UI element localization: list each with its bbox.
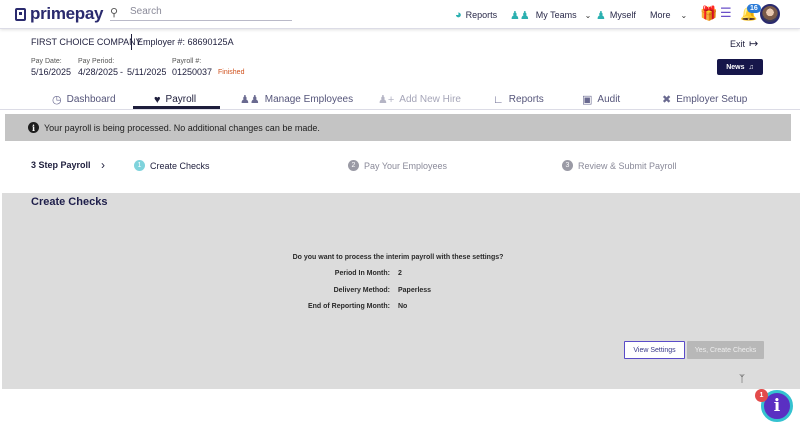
chevron-right-icon: › (101, 158, 105, 172)
notification-badge: 16 (747, 4, 761, 13)
briefcase-icon: ▣ (582, 94, 593, 106)
status-badge: Finished (218, 69, 245, 76)
tools-icon: ✖ (662, 94, 672, 106)
view-settings-button[interactable]: View Settings (624, 341, 685, 359)
avatar[interactable] (760, 4, 780, 24)
divider (131, 34, 132, 50)
confirm-question: Do you want to process the interim payro… (292, 254, 504, 261)
nav-my-teams[interactable]: ♟♟ My Teams ⌄ (510, 8, 591, 22)
step-pay-employees[interactable]: 2 Pay Your Employees (348, 160, 447, 171)
pay-period-end: 5/11/2025 (127, 67, 167, 77)
pay-date-value: 5/16/2025 (31, 67, 72, 77)
active-tab-indicator (133, 106, 220, 109)
step-label: Review & Submit Payroll (578, 160, 677, 171)
tab-label: Employer Setup (676, 94, 748, 105)
top-bar: primepay ⚲ ◕ Reports ♟♟ My Teams ⌄ ♟ Mys… (0, 0, 800, 29)
exit-icon: ↦ (749, 38, 759, 50)
panel-title: Create Checks (31, 196, 108, 208)
info-icon: i (28, 122, 39, 133)
branch-icon[interactable]: ᛉ (739, 374, 745, 385)
step-review-submit[interactable]: 3 Review & Submit Payroll (562, 160, 677, 171)
exit-button[interactable]: Exit ↦ (730, 37, 758, 50)
people-icon: ♟♟ (240, 94, 260, 106)
tab-reports[interactable]: ∟ Reports (493, 90, 544, 109)
team-icon: ♟♟ (510, 9, 530, 22)
bell-icon: ♫ (748, 63, 754, 71)
gift-icon[interactable]: 🎁 (700, 5, 717, 22)
step-label: Create Checks (150, 160, 210, 171)
nav-reports-label: Reports (465, 10, 498, 20)
pay-period-label: Pay Period: (78, 58, 115, 65)
nav-myself[interactable]: ♟ Myself (596, 8, 636, 22)
news-label: News (726, 63, 745, 71)
tab-label: Add New Hire (399, 94, 461, 105)
setting-value: 2 (398, 270, 402, 277)
logo-mark-icon (15, 7, 26, 21)
pay-period-separator: - (120, 67, 123, 77)
dashboard-icon: ◷ (52, 94, 62, 106)
primepay-logo[interactable]: primepay (15, 4, 103, 24)
step-number: 3 (562, 160, 573, 171)
list-icon[interactable]: ☰ (720, 5, 732, 21)
payroll-bag-icon: ♥ (154, 93, 161, 106)
nav-my-teams-label: My Teams (535, 10, 577, 20)
exit-label: Exit (730, 38, 746, 49)
setting-value: Paperless (398, 287, 432, 294)
tab-dashboard[interactable]: ◷ Dashboard (52, 90, 116, 109)
tab-employer-setup[interactable]: ✖ Employer Setup (662, 90, 747, 109)
step-number: 1 (134, 160, 145, 171)
chevron-down-icon: ⌄ (680, 10, 688, 20)
nav-more-label: More (650, 10, 671, 20)
chevron-down-icon: ⌄ (584, 10, 592, 20)
setting-label: Period In Month: (334, 270, 390, 277)
payroll-number-label: Payroll #: (172, 58, 202, 65)
chart-icon: ∟ (493, 93, 504, 106)
search-box: ⚲ (110, 4, 292, 21)
search-icon: ⚲ (110, 7, 119, 19)
person-icon: ♟ (596, 9, 606, 22)
step-label: Pay Your Employees (364, 160, 448, 171)
steps-title: 3 Step Payroll (31, 160, 91, 170)
tab-manage-employees[interactable]: ♟♟ Manage Employees (240, 90, 353, 109)
tab-label: Manage Employees (264, 94, 354, 105)
alert-text: Your payroll is being processed. No addi… (44, 122, 320, 133)
payroll-number-value: 01250037 (172, 67, 213, 77)
tab-label: Dashboard (66, 94, 116, 105)
nav-reports[interactable]: ◕ Reports (455, 8, 497, 22)
tab-label: Reports (508, 94, 544, 105)
pay-date-label: Pay Date: (31, 58, 62, 65)
employer-number: Employer #: 68690125A (137, 37, 234, 47)
tab-label: Audit (597, 94, 621, 105)
setting-label: End of Reporting Month: (307, 303, 390, 310)
tab-label: Payroll (165, 94, 197, 105)
logo-text: primepay (30, 4, 104, 23)
create-checks-panel: Create Checks Do you want to process the… (2, 193, 800, 389)
processing-alert: i Your payroll is being processed. No ad… (5, 114, 791, 141)
add-person-icon: ♟+ (378, 94, 395, 106)
pie-chart-icon: ◕ (455, 9, 462, 21)
tab-add-new-hire[interactable]: ♟+ Add New Hire (378, 90, 461, 109)
step-create-checks[interactable]: 1 Create Checks (134, 160, 210, 171)
nav-myself-label: Myself (609, 10, 636, 20)
main-tabs: ◷ Dashboard ♥ Payroll ♟♟ Manage Employee… (0, 90, 800, 110)
setting-value: No (398, 303, 408, 310)
step-number: 2 (348, 160, 359, 171)
tab-audit[interactable]: ▣ Audit (582, 90, 620, 109)
setting-label: Delivery Method: (333, 287, 390, 294)
company-name: FIRST CHOICE COMPANY (31, 37, 142, 47)
nav-more[interactable]: More ⌄ (650, 8, 687, 22)
search-input[interactable] (130, 4, 290, 19)
help-badge: 1 (755, 389, 768, 402)
pay-period-start: 4/28/2025 (78, 67, 119, 77)
news-button[interactable]: News ♫ (717, 59, 763, 75)
create-checks-button[interactable]: Yes, Create Checks (687, 341, 764, 359)
